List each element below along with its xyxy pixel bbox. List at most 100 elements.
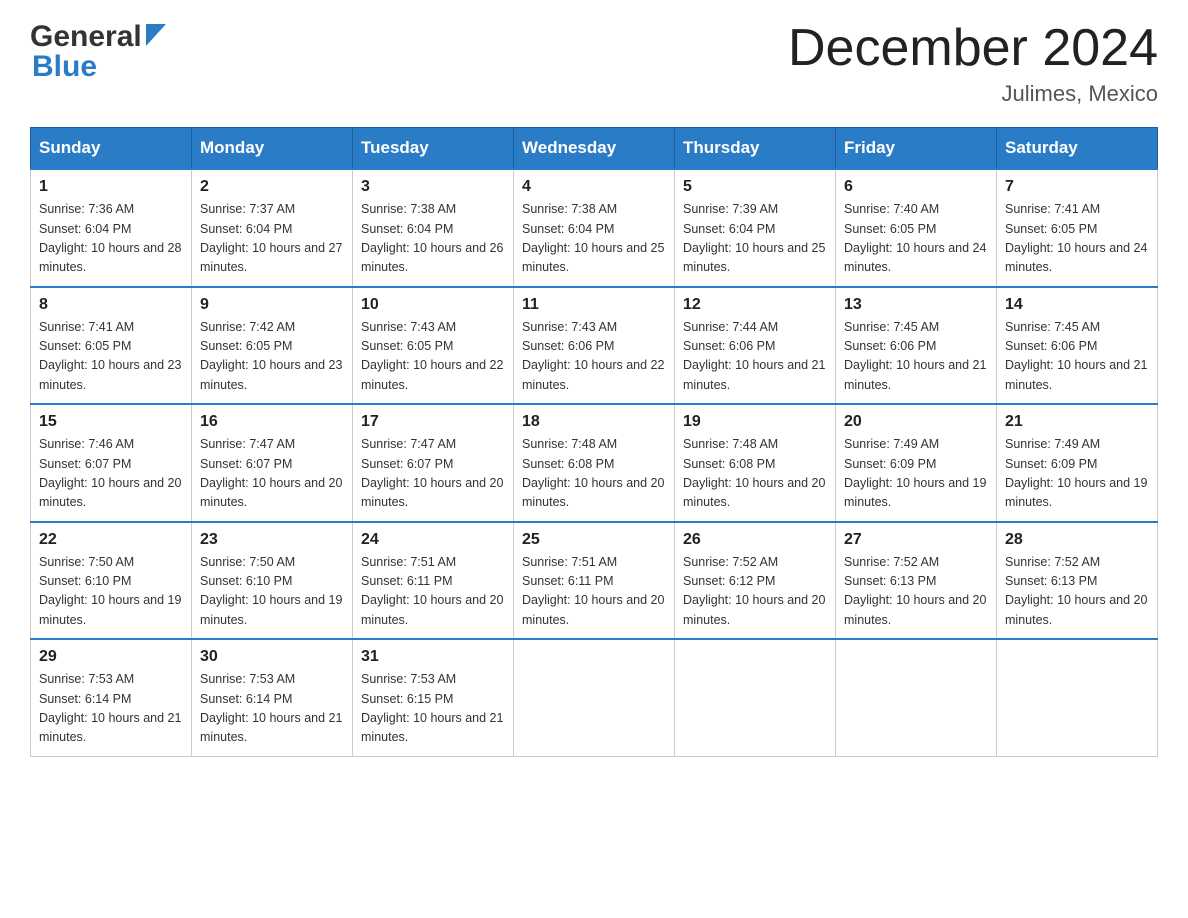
calendar-week-1: 1 Sunrise: 7:36 AMSunset: 6:04 PMDaylight… <box>31 169 1158 287</box>
calendar-cell: 27 Sunrise: 7:52 AMSunset: 6:13 PMDayligh… <box>836 522 997 640</box>
calendar-cell: 22 Sunrise: 7:50 AMSunset: 6:10 PMDayligh… <box>31 522 192 640</box>
calendar-week-4: 22 Sunrise: 7:50 AMSunset: 6:10 PMDayligh… <box>31 522 1158 640</box>
calendar-week-2: 8 Sunrise: 7:41 AMSunset: 6:05 PMDaylight… <box>31 287 1158 405</box>
day-number: 19 <box>683 413 827 431</box>
day-info: Sunrise: 7:47 AMSunset: 6:07 PMDaylight:… <box>200 435 344 513</box>
day-info: Sunrise: 7:51 AMSunset: 6:11 PMDaylight:… <box>522 553 666 631</box>
day-number: 17 <box>361 413 505 431</box>
calendar-cell <box>836 639 997 756</box>
day-number: 26 <box>683 531 827 549</box>
day-number: 28 <box>1005 531 1149 549</box>
day-number: 29 <box>39 648 183 666</box>
calendar-cell: 26 Sunrise: 7:52 AMSunset: 6:12 PMDayligh… <box>675 522 836 640</box>
day-number: 5 <box>683 178 827 196</box>
calendar-cell: 12Sunrise: 7:44 AMSunset: 6:06 PMDayligh… <box>675 287 836 405</box>
calendar-cell: 10Sunrise: 7:43 AMSunset: 6:05 PMDayligh… <box>353 287 514 405</box>
day-info: Sunrise: 7:47 AMSunset: 6:07 PMDaylight:… <box>361 435 505 513</box>
day-number: 22 <box>39 531 183 549</box>
day-info: Sunrise: 7:41 AMSunset: 6:05 PMDaylight:… <box>39 318 183 396</box>
day-info: Sunrise: 7:52 AMSunset: 6:13 PMDaylight:… <box>844 553 988 631</box>
day-info: Sunrise: 7:36 AMSunset: 6:04 PMDaylight:… <box>39 200 183 278</box>
calendar-table: Sunday Monday Tuesday Wednesday Thursday… <box>30 127 1158 757</box>
calendar-cell: 24 Sunrise: 7:51 AMSunset: 6:11 PMDayligh… <box>353 522 514 640</box>
day-info: Sunrise: 7:48 AMSunset: 6:08 PMDaylight:… <box>683 435 827 513</box>
day-number: 9 <box>200 296 344 314</box>
day-number: 24 <box>361 531 505 549</box>
calendar-week-3: 15 Sunrise: 7:46 AMSunset: 6:07 PMDayligh… <box>31 404 1158 522</box>
day-number: 20 <box>844 413 988 431</box>
logo-general-text: General <box>30 20 142 54</box>
day-info: Sunrise: 7:49 AMSunset: 6:09 PMDaylight:… <box>1005 435 1149 513</box>
title-block: December 2024 Julimes, Mexico <box>788 20 1158 107</box>
calendar-cell: 15 Sunrise: 7:46 AMSunset: 6:07 PMDayligh… <box>31 404 192 522</box>
calendar-cell: 7Sunrise: 7:41 AMSunset: 6:05 PMDaylight… <box>997 169 1158 287</box>
day-info: Sunrise: 7:50 AMSunset: 6:10 PMDaylight:… <box>39 553 183 631</box>
col-thursday: Thursday <box>675 128 836 170</box>
calendar-cell: 1 Sunrise: 7:36 AMSunset: 6:04 PMDaylight… <box>31 169 192 287</box>
day-info: Sunrise: 7:53 AMSunset: 6:14 PMDaylight:… <box>200 670 344 748</box>
day-info: Sunrise: 7:45 AMSunset: 6:06 PMDaylight:… <box>844 318 988 396</box>
page-header: General Blue December 2024 Julimes, Mexi… <box>30 20 1158 107</box>
calendar-cell: 6 Sunrise: 7:40 AMSunset: 6:05 PMDaylight… <box>836 169 997 287</box>
day-info: Sunrise: 7:38 AMSunset: 6:04 PMDaylight:… <box>361 200 505 278</box>
day-number: 7 <box>1005 178 1149 196</box>
day-info: Sunrise: 7:39 AMSunset: 6:04 PMDaylight:… <box>683 200 827 278</box>
day-number: 3 <box>361 178 505 196</box>
logo-arrow-icon <box>146 24 166 51</box>
calendar-cell: 16Sunrise: 7:47 AMSunset: 6:07 PMDayligh… <box>192 404 353 522</box>
day-info: Sunrise: 7:52 AMSunset: 6:12 PMDaylight:… <box>683 553 827 631</box>
calendar-header: Sunday Monday Tuesday Wednesday Thursday… <box>31 128 1158 170</box>
day-info: Sunrise: 7:42 AMSunset: 6:05 PMDaylight:… <box>200 318 344 396</box>
col-tuesday: Tuesday <box>353 128 514 170</box>
calendar-cell: 29 Sunrise: 7:53 AMSunset: 6:14 PMDayligh… <box>31 639 192 756</box>
calendar-cell: 25Sunrise: 7:51 AMSunset: 6:11 PMDayligh… <box>514 522 675 640</box>
day-number: 27 <box>844 531 988 549</box>
col-sunday: Sunday <box>31 128 192 170</box>
calendar-cell: 19 Sunrise: 7:48 AMSunset: 6:08 PMDayligh… <box>675 404 836 522</box>
day-info: Sunrise: 7:43 AMSunset: 6:06 PMDaylight:… <box>522 318 666 396</box>
day-number: 6 <box>844 178 988 196</box>
day-info: Sunrise: 7:43 AMSunset: 6:05 PMDaylight:… <box>361 318 505 396</box>
day-number: 23 <box>200 531 344 549</box>
logo: General Blue <box>30 20 166 84</box>
day-info: Sunrise: 7:37 AMSunset: 6:04 PMDaylight:… <box>200 200 344 278</box>
day-info: Sunrise: 7:40 AMSunset: 6:05 PMDaylight:… <box>844 200 988 278</box>
calendar-cell: 11 Sunrise: 7:43 AMSunset: 6:06 PMDayligh… <box>514 287 675 405</box>
day-number: 1 <box>39 178 183 196</box>
day-info: Sunrise: 7:52 AMSunset: 6:13 PMDaylight:… <box>1005 553 1149 631</box>
calendar-cell: 18 Sunrise: 7:48 AMSunset: 6:08 PMDayligh… <box>514 404 675 522</box>
day-info: Sunrise: 7:46 AMSunset: 6:07 PMDaylight:… <box>39 435 183 513</box>
day-info: Sunrise: 7:48 AMSunset: 6:08 PMDaylight:… <box>522 435 666 513</box>
calendar-cell: 9 Sunrise: 7:42 AMSunset: 6:05 PMDaylight… <box>192 287 353 405</box>
calendar-cell: 4Sunrise: 7:38 AMSunset: 6:04 PMDaylight… <box>514 169 675 287</box>
calendar-cell: 30 Sunrise: 7:53 AMSunset: 6:14 PMDayligh… <box>192 639 353 756</box>
calendar-cell: 20 Sunrise: 7:49 AMSunset: 6:09 PMDayligh… <box>836 404 997 522</box>
calendar-body: 1 Sunrise: 7:36 AMSunset: 6:04 PMDaylight… <box>31 169 1158 756</box>
calendar-cell <box>675 639 836 756</box>
logo-blue-text: Blue <box>32 50 97 84</box>
day-number: 2 <box>200 178 344 196</box>
day-number: 8 <box>39 296 183 314</box>
day-info: Sunrise: 7:53 AMSunset: 6:14 PMDaylight:… <box>39 670 183 748</box>
col-monday: Monday <box>192 128 353 170</box>
day-number: 15 <box>39 413 183 431</box>
day-number: 11 <box>522 296 666 314</box>
calendar-cell: 5 Sunrise: 7:39 AMSunset: 6:04 PMDaylight… <box>675 169 836 287</box>
day-number: 18 <box>522 413 666 431</box>
day-number: 30 <box>200 648 344 666</box>
col-saturday: Saturday <box>997 128 1158 170</box>
day-info: Sunrise: 7:51 AMSunset: 6:11 PMDaylight:… <box>361 553 505 631</box>
header-row: Sunday Monday Tuesday Wednesday Thursday… <box>31 128 1158 170</box>
day-info: Sunrise: 7:45 AMSunset: 6:06 PMDaylight:… <box>1005 318 1149 396</box>
day-number: 12 <box>683 296 827 314</box>
calendar-title: December 2024 <box>788 20 1158 77</box>
calendar-week-5: 29 Sunrise: 7:53 AMSunset: 6:14 PMDayligh… <box>31 639 1158 756</box>
day-number: 31 <box>361 648 505 666</box>
calendar-cell: 28 Sunrise: 7:52 AMSunset: 6:13 PMDayligh… <box>997 522 1158 640</box>
calendar-subtitle: Julimes, Mexico <box>788 81 1158 107</box>
day-info: Sunrise: 7:50 AMSunset: 6:10 PMDaylight:… <box>200 553 344 631</box>
col-wednesday: Wednesday <box>514 128 675 170</box>
calendar-cell: 3 Sunrise: 7:38 AMSunset: 6:04 PMDaylight… <box>353 169 514 287</box>
day-info: Sunrise: 7:49 AMSunset: 6:09 PMDaylight:… <box>844 435 988 513</box>
calendar-cell: 23 Sunrise: 7:50 AMSunset: 6:10 PMDayligh… <box>192 522 353 640</box>
